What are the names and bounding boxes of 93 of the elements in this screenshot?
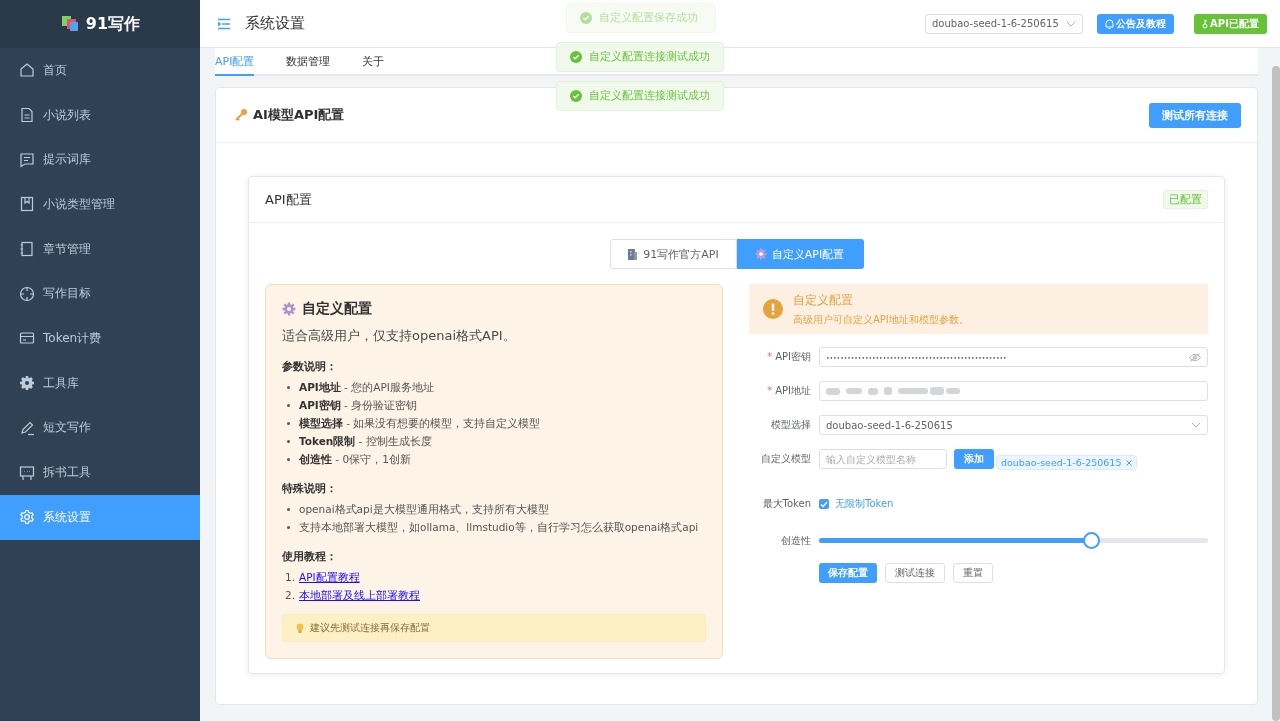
mode-tab[interactable]: 91写作官方API [609,239,737,269]
list-item: 模型选择 - 如果没有想要的模型，支持自定义模型 [299,416,541,431]
notebook-icon [19,241,35,258]
lightbulb-icon [296,622,304,634]
bullet-icon [287,525,290,529]
bullet-icon [287,439,290,443]
form-button[interactable]: 测试连接 [885,563,945,583]
list-number: 2. [285,588,297,603]
chat-icon [19,151,35,168]
section-heading: 特殊说明： [282,481,338,496]
card-title: API配置 [265,190,312,209]
custom-model-field[interactable]: 输入自定义模型名称 [819,449,947,469]
chevron-down-icon [1066,20,1076,27]
field-label: 模型选择 [770,418,812,432]
bullet-icon [287,507,290,511]
model-select[interactable]: doubao-seed-1-6-250615 [819,415,1208,435]
sidebar-item[interactable]: 写作目标 [0,271,200,317]
gear-icon [754,248,767,260]
board-icon [19,464,35,481]
list-number: 1. [285,570,297,585]
required-mark: * [767,385,773,396]
target-icon [19,285,35,302]
scrollbar[interactable] [1272,66,1280,721]
sidebar-item[interactable]: 工具库 [0,360,200,406]
book-icon [19,196,35,213]
home-icon [19,62,35,79]
checkbox[interactable] [819,499,829,509]
section-heading: 参数说明： [282,359,338,374]
close-icon[interactable] [1126,459,1133,466]
list-item: 支持本地部署大模型，如ollama、llmstudio等，自行学习怎么获取openai格式api [299,520,699,535]
required-mark: * [767,351,773,362]
menu-icon[interactable] [217,17,231,30]
sidebar-item[interactable]: 小说列表 [0,92,200,138]
key-icon [234,108,248,122]
info-subtitle: 适合高级用户，仅支持openai格式API。 [282,327,517,345]
form-button[interactable]: 重置 [953,563,993,583]
model-tag: doubao-seed-1-6-250615 [996,455,1138,470]
bullet-icon [287,457,290,461]
panel-title: AI模型API配置 [253,106,345,124]
key-icon [1202,18,1209,29]
page-title: 系统设置 [245,14,305,33]
bell-icon [1105,18,1114,29]
field-label-text: API地址 [775,385,811,396]
field-label-text: API密钥 [775,351,811,362]
sidebar-item[interactable]: 短文写作 [0,405,200,451]
building-icon [627,248,639,260]
list-item: Token限制 - 控制生成长度 [299,434,432,449]
info-title: 自定义配置 [302,300,372,318]
sidebar-item[interactable]: 首页 [0,48,200,93]
tab[interactable]: 关于 [362,48,385,76]
warning-icon [763,299,783,319]
creativity-slider[interactable] [819,532,1208,549]
tab[interactable]: 数据管理 [286,48,331,76]
doc-icon [19,107,35,124]
tutorial-link[interactable]: 本地部署及线上部署教程 [299,587,420,603]
sidebar-item[interactable]: 拆书工具 [0,450,200,495]
field-label: 自定义模型 [760,452,812,466]
gear-solid-icon [19,375,35,392]
section-heading: 使用教程： [282,549,338,564]
toast-message: 自定义配置连接测试成功 [556,42,724,72]
chevron-down-icon [1191,422,1201,428]
list-item: 创造性 - 0保守，1创新 [299,452,411,467]
bullet-icon [287,403,290,407]
sidebar-item[interactable]: 提示词库 [0,137,200,183]
sidebar-item[interactable]: Token计费 [0,316,200,361]
gear-icon [19,509,35,526]
field-label: 最大Token [761,497,812,511]
toast-message: 自定义配置连接测试成功 [556,81,724,111]
bullet-icon [287,421,290,425]
tutorial-link[interactable]: API配置教程 [299,569,360,585]
bullet-icon [287,385,290,389]
list-item: API地址 - 您的API服务地址 [299,380,434,395]
card-icon [19,330,35,347]
sidebar-item[interactable]: 小说类型管理 [0,182,200,227]
alert-title: 自定义配置 [793,291,854,309]
eye-hidden-icon[interactable] [1189,352,1201,362]
success-icon [570,90,582,102]
slider-handle[interactable] [1083,532,1101,549]
pen-icon [19,419,35,436]
gear-icon [282,302,296,316]
field-label: 创造性 [780,533,812,548]
api-url-field[interactable] [819,381,1208,401]
model-select[interactable]: doubao-seed-1-6-250615 [925,13,1083,34]
sidebar-item[interactable]: 章节管理 [0,226,200,272]
success-icon [570,51,582,63]
tip-text: 建议先测试连接再保存配置 [310,621,430,635]
status-tag: 已配置 [1163,190,1208,209]
list-item: openai格式api是大模型通用格式，支持所有大模型 [299,502,549,517]
app-name: 91写作 [85,13,141,35]
alert-description: 高级用户可自定义API地址和模型参数。 [793,312,969,327]
toast-message: 自定义配置保存成功 [566,3,716,33]
success-icon [580,12,592,24]
list-item: API密钥 - 身份验证密钥 [299,398,418,413]
